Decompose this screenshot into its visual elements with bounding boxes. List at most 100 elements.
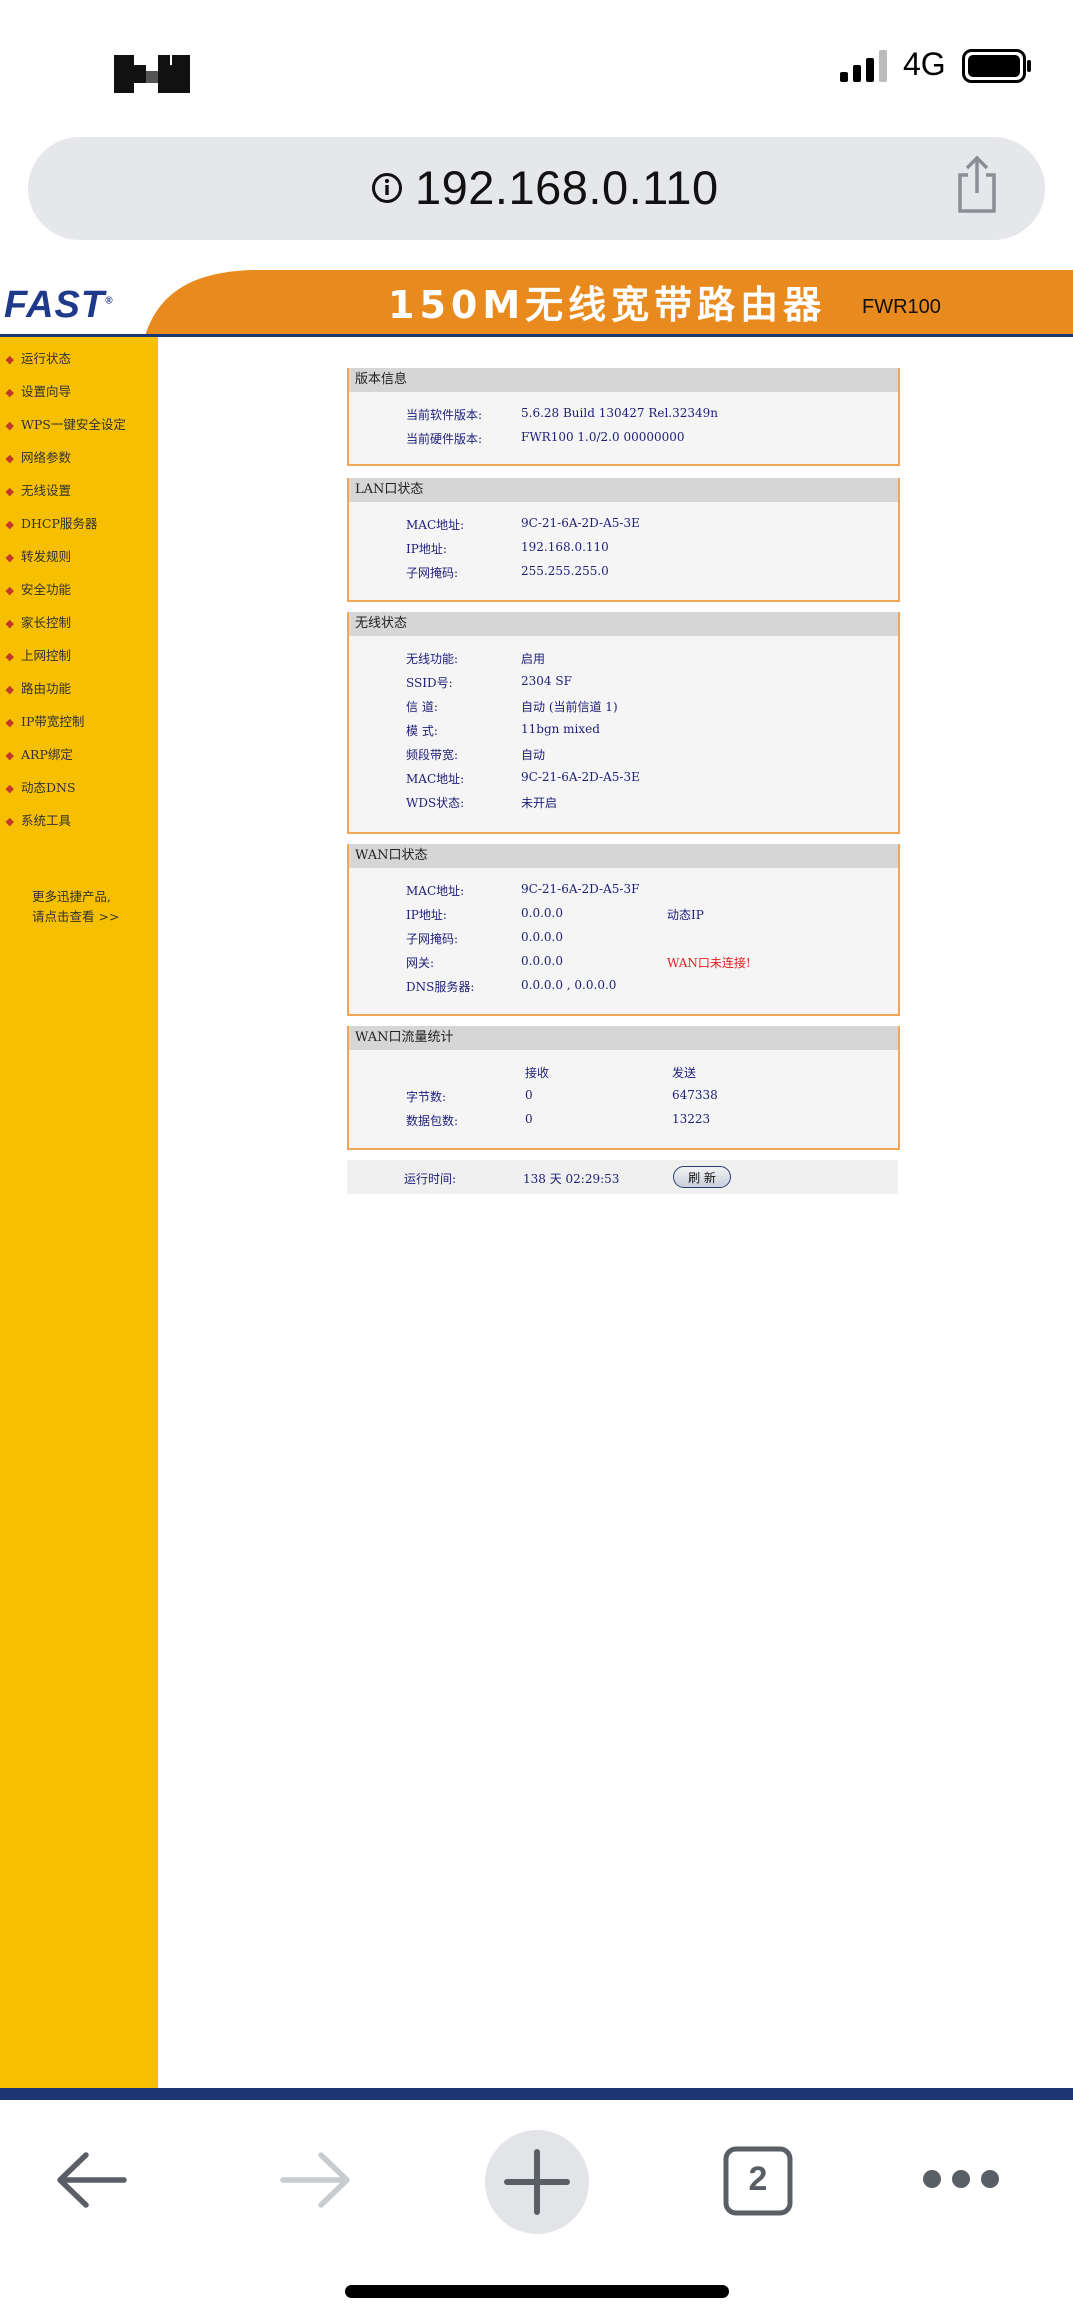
sidebar-item[interactable]: ◆ DHCP服务器 [0, 514, 126, 547]
signal-icon [840, 50, 887, 82]
section-title: 版本信息 [349, 368, 898, 392]
brand-logo: FAST® [4, 284, 114, 326]
sidebar-item[interactable]: ◆ 家长控制 [0, 613, 126, 646]
sidebar-item-label: 运行状态 [21, 351, 72, 366]
info-row: WDS状态: 未开启 [406, 796, 558, 810]
info-row: 子网掩码: 0.0.0.0 [406, 930, 563, 946]
sidebar-item[interactable]: ◆ ARP绑定 [0, 745, 126, 778]
section-title: LAN口状态 [349, 478, 898, 502]
sidebar-item-label: 家长控制 [21, 615, 72, 630]
info-row: MAC地址: 9C-21-6A-2D-A5-3E [406, 516, 640, 532]
bullet-icon: ◆ [5, 419, 14, 432]
info-row: 当前硬件版本: FWR100 1.0/2.0 00000000 [406, 430, 685, 446]
info-row: 子网掩码: 255.255.255.0 [406, 564, 609, 580]
sidebar-item-label: 系统工具 [21, 813, 72, 828]
sidebar-item-label: IP带宽控制 [21, 714, 85, 729]
info-row: 频段带宽: 自动 [406, 748, 546, 762]
sidebar-item-label: DHCP服务器 [21, 516, 98, 531]
bullet-icon: ◆ [5, 716, 14, 729]
bullet-icon: ◆ [5, 584, 14, 597]
model-name: FWR100 [862, 296, 941, 318]
new-tab-icon [504, 2149, 570, 2215]
sidebar-item[interactable]: ◆ WPS一键安全设定 [0, 415, 126, 448]
battery-icon [962, 49, 1031, 83]
bullet-icon: ◆ [5, 815, 14, 828]
sidebar-item[interactable]: ◆ IP带宽控制 [0, 712, 126, 745]
sidebar-menu: ◆ 运行状态 ◆ 设置向导 ◆ WPS一键安全设定 ◆ 网络参数 ◆ 无线设置 ◆ DHCP服务器 ◆ 转… [0, 349, 126, 844]
info-row: MAC地址: 9C-21-6A-2D-A5-3E [406, 770, 640, 786]
info-icon[interactable] [371, 172, 403, 204]
more-products-link[interactable]: 更多迅捷产品, 请点击查看 >> [32, 887, 119, 927]
sidebar-item-label: 上网控制 [21, 648, 72, 663]
refresh-button[interactable]: 刷 新 [673, 1166, 731, 1188]
bullet-icon: ◆ [5, 386, 14, 399]
sidebar-item[interactable]: ◆ 动态DNS [0, 778, 126, 811]
sidebar-item[interactable]: ◆ 上网控制 [0, 646, 126, 679]
bullet-icon: ◆ [5, 617, 14, 630]
wan-section: WAN口状态 MAC地址: 9C-21-6A-2D-A5-3F IP地址: 0.0.… [347, 844, 900, 1016]
info-row: 信 道: 自动 (当前信道 1) [406, 700, 618, 714]
network-type: 4G [903, 46, 946, 82]
home-indicator [345, 2285, 729, 2298]
sidebar-item[interactable]: ◆ 转发规则 [0, 547, 126, 580]
uptime-label: 运行时间: [404, 1172, 457, 1186]
sidebar-item[interactable]: ◆ 路由功能 [0, 679, 126, 712]
router-page: FAST® 150M无线宽带路由器 FWR100 ◆ 运行状态 ◆ 设置向导 ◆ WPS一… [0, 268, 1073, 2100]
sidebar-item-label: 设置向导 [21, 384, 72, 399]
forward-icon[interactable] [275, 2145, 355, 2215]
sidebar-item-label: 动态DNS [21, 780, 76, 795]
info-row: 网关: 0.0.0.0 WAN口未连接! [406, 954, 751, 970]
section-title: WAN口流量统计 [349, 1026, 898, 1050]
traffic-section: WAN口流量统计 接收 发送 字节数: 0 647338 数据包数: 0 13223 [347, 1026, 900, 1150]
header-divider [0, 334, 1073, 337]
traffic-header-row: 接收 发送 [525, 1066, 697, 1080]
sidebar-item[interactable]: ◆ 无线设置 [0, 481, 126, 514]
bullet-icon: ◆ [5, 485, 14, 498]
bullet-icon: ◆ [5, 749, 14, 762]
browser-toolbar: 2 [0, 2100, 1073, 2323]
footer-divider [0, 2088, 1073, 2100]
sidebar-item[interactable]: ◆ 网络参数 [0, 448, 126, 481]
uptime-bar: 运行时间: 138 天 02:29:53 刷 新 [347, 1160, 898, 1194]
bullet-icon: ◆ [5, 551, 14, 564]
sidebar-item-label: 无线设置 [21, 483, 72, 498]
info-row: IP地址: 192.168.0.110 [406, 540, 609, 556]
version-section: 版本信息 当前软件版本: 5.6.28 Build 130427 Rel.3234… [347, 368, 900, 466]
info-row: MAC地址: 9C-21-6A-2D-A5-3F [406, 882, 640, 898]
sidebar-item[interactable]: ◆ 运行状态 [0, 349, 126, 382]
wan-status-alert: WAN口未连接! [667, 956, 751, 970]
new-tab-button[interactable] [485, 2130, 589, 2234]
status-bar: 4G [0, 0, 1073, 130]
info-row: IP地址: 0.0.0.0 动态IP [406, 906, 704, 922]
sidebar-item-label: 网络参数 [21, 450, 72, 465]
bullet-icon: ◆ [5, 650, 14, 663]
product-title: 150M无线宽带路由器 [388, 283, 827, 327]
info-row: 模 式: 11bgn mixed [406, 722, 600, 738]
sidebar-item-label: 安全功能 [21, 582, 72, 597]
section-title: 无线状态 [349, 612, 898, 636]
sidebar-item[interactable]: ◆ 设置向导 [0, 382, 126, 415]
bullet-icon: ◆ [5, 782, 14, 795]
url-text[interactable]: 192.168.0.110 [415, 160, 719, 215]
more-icon[interactable] [920, 2167, 1002, 2191]
traffic-row: 数据包数: 0 13223 [406, 1112, 711, 1128]
carrier-logo-icon [114, 55, 190, 93]
back-icon[interactable] [52, 2145, 132, 2215]
bullet-icon: ◆ [5, 353, 14, 366]
sidebar: ◆ 运行状态 ◆ 设置向导 ◆ WPS一键安全设定 ◆ 网络参数 ◆ 无线设置 ◆ DHCP服务器 ◆ 转… [0, 337, 158, 2092]
info-row: 无线功能: 启用 [406, 652, 546, 666]
traffic-row: 字节数: 0 647338 [406, 1088, 718, 1104]
sidebar-item[interactable]: ◆ 系统工具 [0, 811, 126, 844]
sidebar-item[interactable]: ◆ 安全功能 [0, 580, 126, 613]
wan-type: 动态IP [667, 908, 704, 922]
bullet-icon: ◆ [5, 683, 14, 696]
share-icon[interactable] [952, 155, 1002, 215]
sidebar-item-label: ARP绑定 [21, 747, 73, 762]
sidebar-item-label: 转发规则 [21, 549, 72, 564]
section-title: WAN口状态 [349, 844, 898, 868]
sidebar-item-label: WPS一键安全设定 [21, 417, 126, 432]
bullet-icon: ◆ [5, 518, 14, 531]
info-row: DNS服务器: 0.0.0.0 , 0.0.0.0 [406, 978, 617, 994]
tab-count[interactable]: 2 [722, 2160, 794, 2199]
sidebar-item-label: 路由功能 [21, 681, 72, 696]
